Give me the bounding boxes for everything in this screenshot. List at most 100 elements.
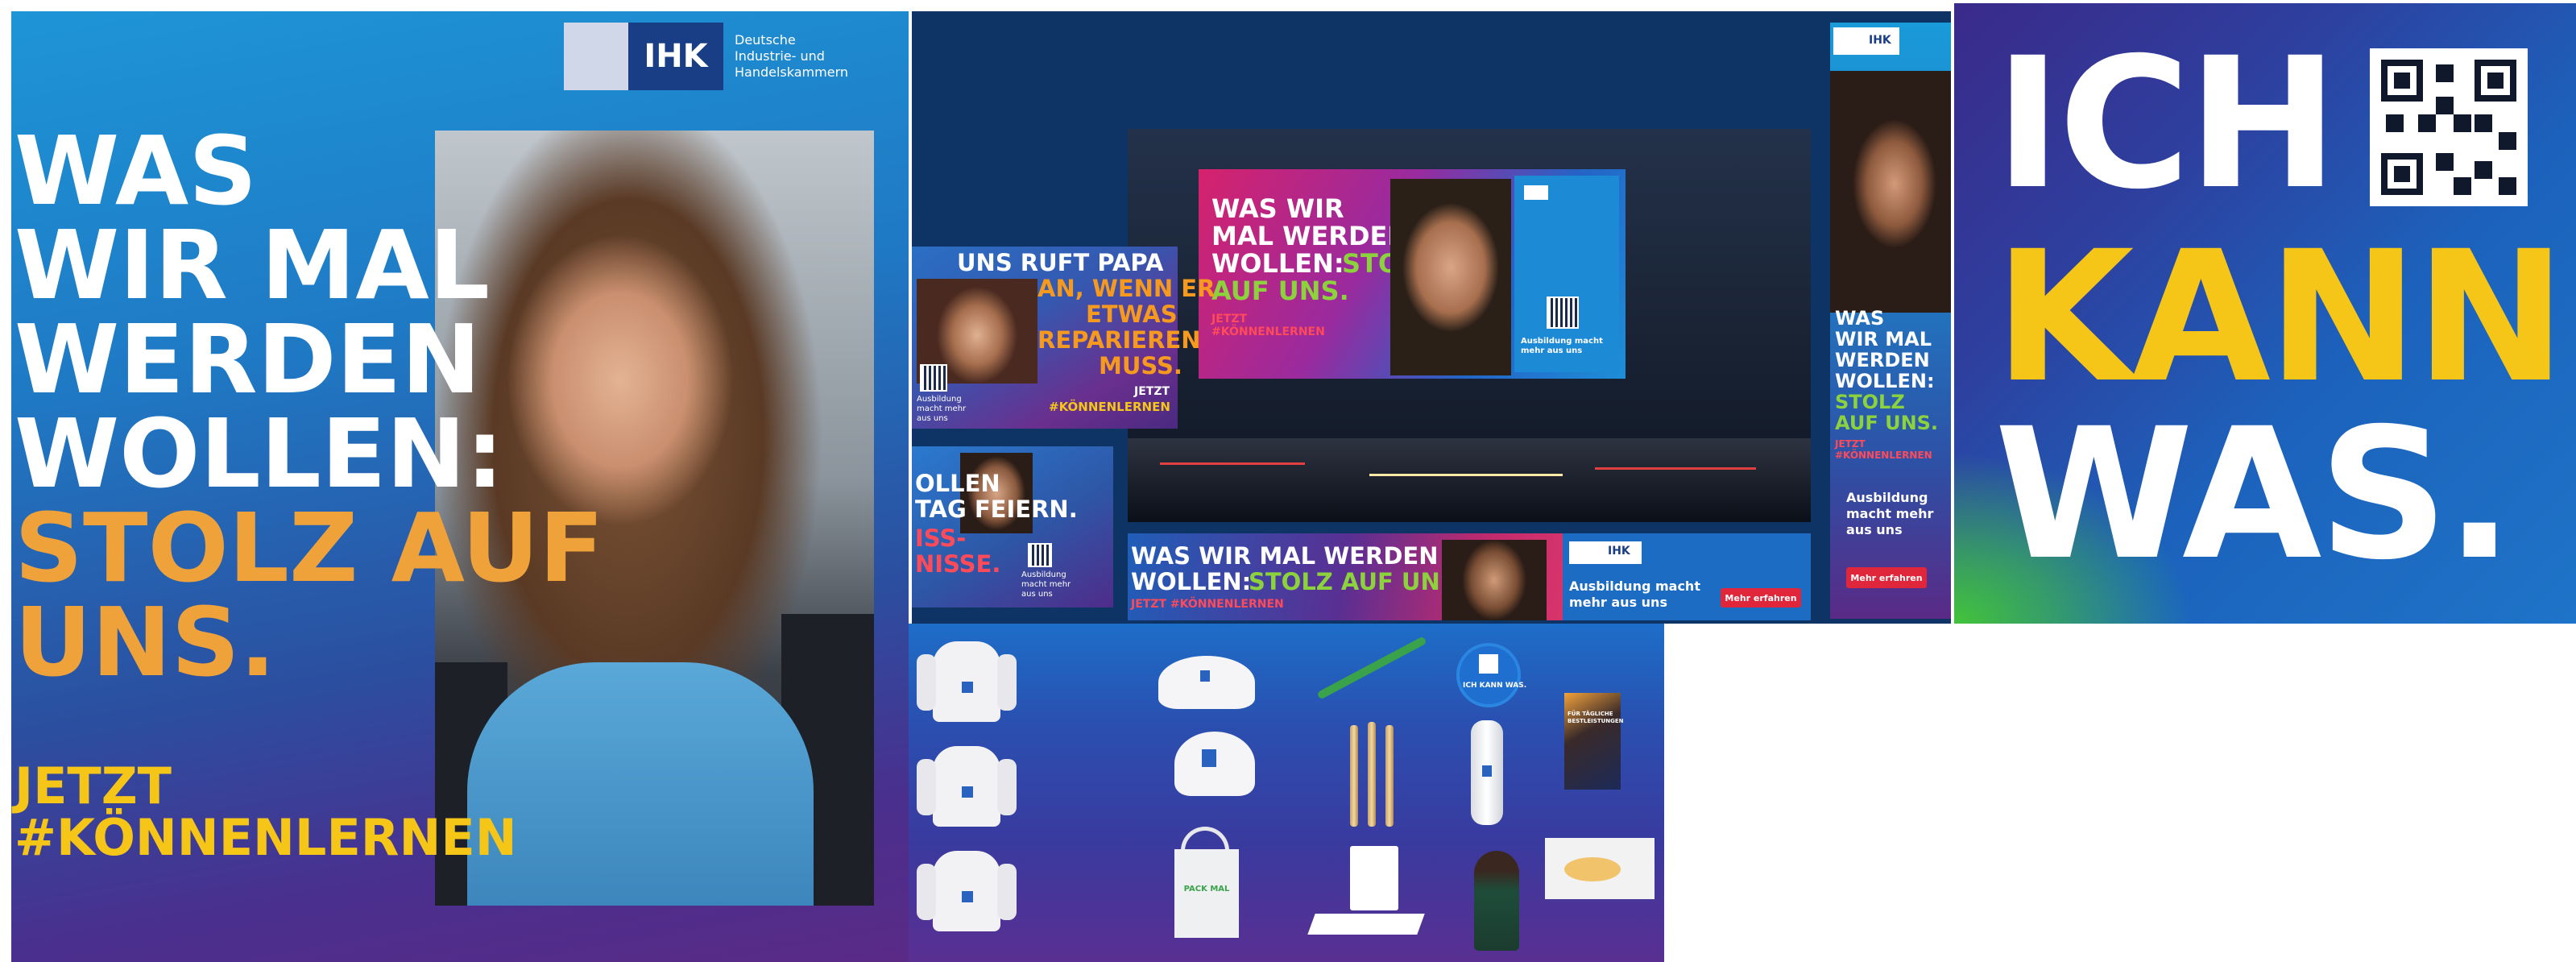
sky-line-2: WIR MAL [1835, 328, 1932, 350]
ad-papa-line-2: AN, WENN ER [1037, 275, 1216, 302]
tote-text: PACK MAL [1183, 885, 1230, 894]
ad-papa-line-5: MUSS. [1099, 352, 1182, 379]
sky-accent-1: STOLZ [1835, 391, 1905, 413]
tote-handle [1181, 827, 1229, 851]
slogan-panel: ICH KANN WAS. [1954, 3, 2576, 624]
button-pin: ICH KANN WAS. [1456, 643, 1527, 707]
headline-line-4: WOLLEN: [14, 398, 504, 509]
mehr-erfahren-button[interactable]: Mehr erfahren [1721, 588, 1801, 607]
notebook [1350, 846, 1398, 910]
sweatshirt [917, 641, 1017, 722]
org-name-line1: Deutsche [735, 32, 796, 48]
qr-code-icon [1479, 654, 1498, 674]
t-shirt [917, 851, 1017, 931]
young-man-photo [1442, 540, 1547, 620]
qr-code-icon [1547, 296, 1579, 329]
qr-code-icon [2370, 48, 2528, 206]
car-lights [1595, 467, 1756, 470]
billboard-line-3: WOLLEN: [1211, 248, 1344, 279]
sweatshirt [917, 746, 1017, 827]
cta-line-1: JETZT [14, 757, 172, 815]
pen [1368, 722, 1376, 827]
cta-hashtag: #KÖNNENLERNEN [14, 808, 517, 867]
blue-top [467, 662, 814, 906]
billboard-cta-2: #KÖNNENLERNEN [1211, 326, 1325, 338]
fortune-cookie [1564, 857, 1621, 881]
book-title: FÜR TÄGLICHE BESTLEISTUNGEN [1568, 711, 1624, 724]
sky-line-4: WOLLEN: [1835, 370, 1935, 392]
pen [1385, 725, 1394, 827]
ad-papa-line-3: ETWAS [1086, 301, 1178, 328]
headline-line-2: WIR MAL [14, 209, 490, 321]
ad-feiern-line-4: NISSE. [915, 550, 1001, 578]
woman-photo [1830, 71, 1951, 313]
logo-badge [962, 786, 973, 798]
billboard-cta-1: JETZT [1211, 313, 1248, 326]
ad-papa-line-1: UNS RUFT PAPA [957, 249, 1164, 276]
slogan-line-3: WAS. [1994, 389, 2514, 599]
street-scene [1128, 438, 1811, 522]
ad-papa: UNS RUFT PAPA AN, WENN ER ETWAS REPARIER… [912, 247, 1215, 429]
ihk-logo: IHK [1833, 27, 1899, 55]
bucket-hat [1158, 656, 1255, 709]
billboard-accent-2: AUF UNS. [1211, 276, 1349, 306]
slogan-line-1: ICH [1994, 19, 2338, 229]
logo-badge [1200, 670, 1210, 682]
billboard-line-1: WAS WIR [1211, 193, 1344, 224]
accent-line-1: STOLZ AUF [14, 492, 604, 603]
sky-tagline: Ausbildung macht mehr aus uns [1846, 490, 1934, 537]
water-bottle [1471, 720, 1503, 825]
sky-line-3: WERDEN [1835, 349, 1930, 371]
sky-cta: JETZT #KÖNNENLERNEN [1835, 438, 1932, 461]
ad-papa-line-4: REPARIEREN [1037, 326, 1201, 354]
pin-text: ICH KANN WAS. [1463, 682, 1527, 690]
org-name-line2: Industrie- und Handelskammern [735, 48, 848, 80]
ad-banner-info: IHK Ausbildung macht mehr aus uns Mehr e… [1563, 533, 1811, 620]
pen [1350, 725, 1358, 827]
ad-skyscraper: IHK WAS WIR MAL WERDEN WOLLEN: STOLZ AUF… [1830, 23, 1951, 619]
ad-feiern-line-2: TAG FEIERN. [915, 496, 1078, 523]
banner-line-1: WAS WIR MAL WERDEN [1131, 542, 1439, 570]
ad-feiern-tagline: Ausbildung macht mehr aus uns [1021, 570, 1071, 599]
tote-bag: PACK MAL [1174, 849, 1239, 938]
logo-badge [1202, 749, 1216, 767]
billboard-info-panel: Ausbildung macht mehr aus uns [1514, 176, 1619, 372]
qr-code-icon [920, 364, 947, 392]
person-with-backpack [1474, 851, 1519, 951]
car-lights [1369, 474, 1563, 476]
ad-feiern-line-3: ISS- [915, 525, 967, 552]
headline-line-1: WAS [14, 115, 258, 226]
ad-feiern: OLLEN TAG FEIERN. ISS- NISSE. Ausbildung… [912, 446, 1113, 607]
ad-papa-tagline: Ausbildung macht mehr aus uns [917, 395, 967, 423]
billboard: WAS WIR MAL WERDEN WOLLEN: STOLZ AUF UNS… [1199, 169, 1626, 379]
logo-badge [962, 682, 973, 693]
merchandise-panel: PACK MAL ICH KANN WAS. FÜR TÄGLICHE BEST… [909, 624, 1664, 962]
org-name: Deutsche Industrie- und Handelskammern [735, 32, 909, 81]
ihk-logo-mark: IHK [1869, 34, 1891, 47]
ihk-logo [1524, 185, 1548, 200]
logo-badge [1482, 765, 1492, 777]
car-lights [1160, 462, 1305, 465]
ihk-logo: IHK [1569, 541, 1642, 564]
sky-accent-2: AUF UNS. [1835, 412, 1939, 434]
campaign-collage: WAS WIR MAL WERDEN WOLLEN: STOLZ AUF UNS… [912, 11, 1951, 624]
lanyard [1316, 636, 1427, 700]
book: FÜR TÄGLICHE BESTLEISTUNGEN [1564, 693, 1624, 790]
ihk-logo-mark: IHK [628, 23, 723, 90]
headline-line-3: WERDEN [14, 304, 481, 415]
poster-panel: IHK Deutsche Industrie- und Handelskamme… [11, 11, 909, 962]
billboard-tagline: Ausbildung macht mehr aus uns [1521, 337, 1603, 355]
cap [1174, 732, 1255, 796]
qr-code-icon [1028, 543, 1052, 567]
billboard-line-2: MAL WERDEN [1211, 221, 1410, 251]
ihk-logo-mark: IHK [1608, 545, 1630, 558]
mehr-erfahren-button[interactable]: Mehr erfahren [1846, 567, 1927, 588]
ad-papa-cta-1: JETZT [1134, 385, 1170, 398]
banner-tagline: Ausbildung macht mehr aus uns [1569, 578, 1700, 610]
fortune-cookie-card [1545, 838, 1655, 899]
slogan-line-2: KANN [1994, 212, 2566, 422]
ad-papa-cta-2: #KÖNNENLERNEN [1049, 400, 1170, 414]
young-man-photo [1390, 179, 1511, 375]
banner-line-2b: STOLZ AUF UNS. [1249, 568, 1466, 595]
open-notebook [1307, 914, 1425, 935]
